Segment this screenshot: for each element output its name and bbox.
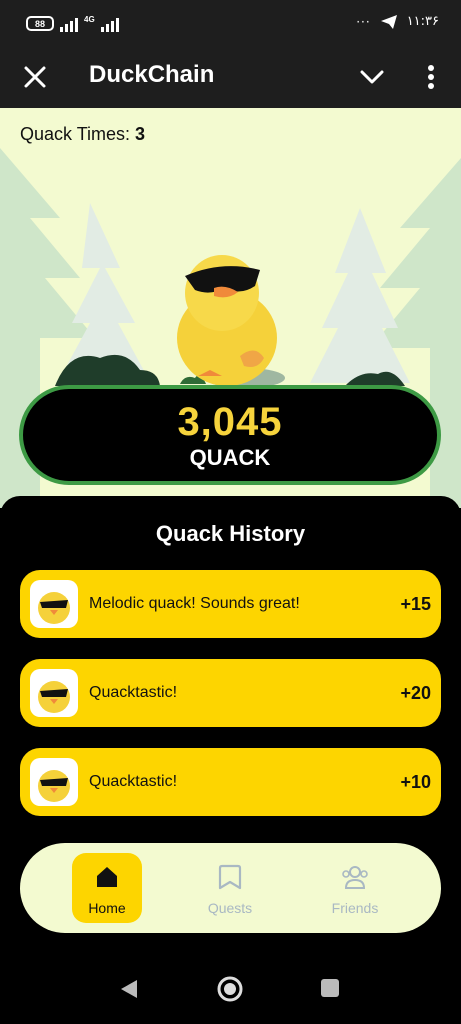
history-item-points: +15 [400,594,431,614]
duck-avatar-icon [30,669,78,717]
app-header: DuckChain [0,48,461,108]
history-title: Quack History [155,521,306,546]
nav-friends[interactable]: Friends [320,853,390,923]
status-bar: 88 4G ··· ۱۱:۳۶ [0,0,461,48]
nav-friends-label: Friends [331,900,379,916]
history-item: Quacktastic! +20 [20,659,441,727]
duck-avatar-icon [30,580,78,628]
signal-icon [60,16,78,32]
quack-times-value: 3 [135,124,146,144]
status-left: 88 4G [26,15,119,32]
nav-home[interactable]: Home [72,853,142,923]
nav-home-label: Home [88,900,126,916]
system-nav-bar [0,956,461,1024]
history-item: Quacktastic! +10 [20,748,441,816]
history-item: Melodic quack! Sounds great! +15 [20,570,441,638]
duck-avatar-icon [30,758,78,806]
telegram-send-icon [380,14,397,29]
history-item-points: +20 [400,683,431,703]
quack-times-label: Quack Times: [20,124,131,144]
history-item-text: Melodic quack! Sounds great! [89,595,300,612]
history-item-text: Quacktastic! [89,773,178,790]
back-icon[interactable] [119,978,139,1000]
score-value: 3,045 [177,400,283,444]
nav-quests[interactable]: Quests [195,853,265,923]
status-time: ۱۱:۳۶ [406,14,439,29]
friends-icon [342,866,368,889]
bottom-nav: Home Quests Friends [20,843,441,933]
score-unit: QUACK [189,445,271,470]
history-item-points: +10 [400,772,431,792]
history-item-text: Quacktastic! [89,684,178,701]
signal-icon-2 [100,16,119,32]
score-display: 3,045 QUACK [19,385,441,485]
bookmark-icon [218,864,242,890]
duck-mascot[interactable] [177,255,277,386]
home-circle-icon[interactable] [216,975,244,1003]
app-title: DuckChain [89,61,215,88]
status-right: ··· ۱۱:۳۶ [356,14,439,29]
quack-times: Quack Times: 3 [20,124,145,145]
recents-icon[interactable] [320,978,340,998]
chevron-down-icon[interactable] [356,62,388,92]
battery-level: 88 [34,18,45,29]
close-icon[interactable] [20,62,50,92]
battery-icon: 88 [26,16,54,31]
overflow-dots: ··· [356,14,371,29]
network-type: 4G [84,15,95,24]
home-icon [97,867,117,887]
nav-quests-label: Quests [207,900,253,916]
more-vertical-icon[interactable] [420,62,442,92]
